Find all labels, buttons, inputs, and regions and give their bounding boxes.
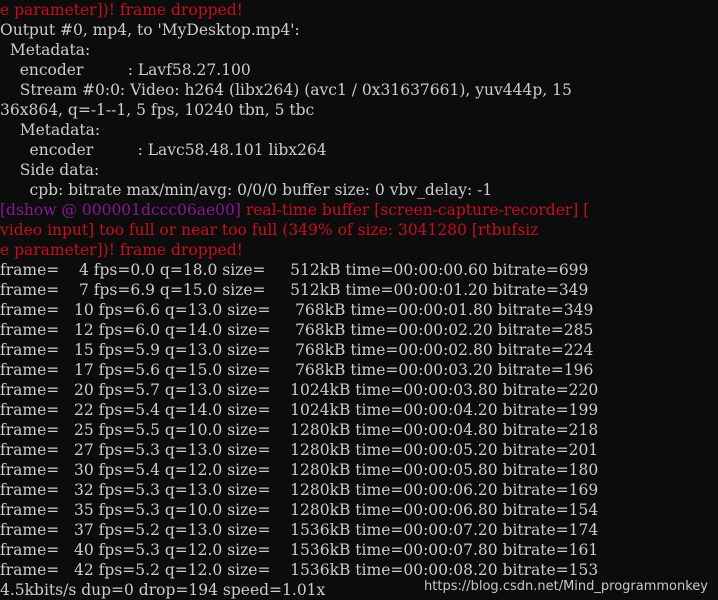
log-text: frame= 42 fps=5.2 q=12.0 size= 1536kB ti… — [0, 561, 599, 579]
log-text: frame= 37 fps=5.2 q=13.0 size= 1536kB ti… — [0, 521, 599, 539]
terminal-line: frame= 7 fps=6.9 q=15.0 size= 512kB time… — [0, 280, 718, 300]
terminal-line: cpb: bitrate max/min/avg: 0/0/0 buffer s… — [0, 180, 718, 200]
log-text: frame= 22 fps=5.4 q=14.0 size= 1024kB ti… — [0, 401, 599, 419]
log-text: encoder : Lavc58.48.101 libx264 — [0, 141, 327, 159]
log-text: frame= 12 fps=6.0 q=14.0 size= 768kB tim… — [0, 321, 594, 339]
log-text: encoder : Lavf58.27.100 — [0, 61, 251, 79]
terminal-line: 36x864, q=-1--1, 5 fps, 10240 tbn, 5 tbc — [0, 100, 718, 120]
terminal-line: Stream #0:0: Video: h264 (libx264) (avc1… — [0, 80, 718, 100]
terminal-line: frame= 10 fps=6.6 q=13.0 size= 768kB tim… — [0, 300, 718, 320]
terminal-line: Output #0, mp4, to 'MyDesktop.mp4': — [0, 20, 718, 40]
terminal-line: frame= 17 fps=5.6 q=15.0 size= 768kB tim… — [0, 360, 718, 380]
terminal-line: frame= 32 fps=5.3 q=13.0 size= 1280kB ti… — [0, 480, 718, 500]
terminal-line: frame= 25 fps=5.5 q=10.0 size= 1280kB ti… — [0, 420, 718, 440]
log-text: frame= 10 fps=6.6 q=13.0 size= 768kB tim… — [0, 301, 594, 319]
log-text: frame= 35 fps=5.3 q=10.0 size= 1280kB ti… — [0, 501, 599, 519]
log-text: Output #0, mp4, to 'MyDesktop.mp4': — [0, 21, 300, 39]
terminal-line: Metadata: — [0, 120, 718, 140]
log-text: Side data: — [0, 161, 100, 179]
terminal-line: frame= 30 fps=5.4 q=12.0 size= 1280kB ti… — [0, 460, 718, 480]
terminal-line: frame= 42 fps=5.2 q=12.0 size= 1536kB ti… — [0, 560, 718, 580]
terminal-line: frame= 40 fps=5.3 q=12.0 size= 1536kB ti… — [0, 540, 718, 560]
terminal-line: encoder : Lavc58.48.101 libx264 — [0, 140, 718, 160]
terminal-line: frame= 12 fps=6.0 q=14.0 size= 768kB tim… — [0, 320, 718, 340]
log-text: Stream #0:0: Video: h264 (libx264) (avc1… — [0, 81, 572, 99]
terminal-line: frame= 4 fps=0.0 q=18.0 size= 512kB time… — [0, 260, 718, 280]
error-text: e parameter])! frame dropped! — [0, 1, 243, 19]
source-watermark: https://blog.csdn.net/Mind_programmonkey — [424, 579, 708, 594]
terminal-line: Side data: — [0, 160, 718, 180]
terminal-line: [dshow @ 000001dccc06ae00] real-time buf… — [0, 200, 718, 220]
terminal-line: e parameter])! frame dropped! — [0, 240, 718, 260]
log-text: frame= 25 fps=5.5 q=10.0 size= 1280kB ti… — [0, 421, 599, 439]
log-text: frame= 40 fps=5.3 q=12.0 size= 1536kB ti… — [0, 541, 599, 559]
terminal-line: frame= 15 fps=5.9 q=13.0 size= 768kB tim… — [0, 340, 718, 360]
log-text: 36x864, q=-1--1, 5 fps, 10240 tbn, 5 tbc — [0, 101, 315, 119]
terminal-line: Metadata: — [0, 40, 718, 60]
log-text: 4.5kbits/s dup=0 drop=194 speed=1.01x — [0, 581, 326, 599]
log-text: Metadata: — [0, 121, 101, 139]
terminal-line: frame= 37 fps=5.2 q=13.0 size= 1536kB ti… — [0, 520, 718, 540]
log-text: frame= 20 fps=5.7 q=13.0 size= 1024kB ti… — [0, 381, 599, 399]
terminal-line: e parameter])! frame dropped! — [0, 0, 718, 20]
log-text: frame= 15 fps=5.9 q=13.0 size= 768kB tim… — [0, 341, 594, 359]
log-text: frame= 27 fps=5.3 q=13.0 size= 1280kB ti… — [0, 441, 599, 459]
error-text: e parameter])! frame dropped! — [0, 241, 243, 259]
log-text: frame= 32 fps=5.3 q=13.0 size= 1280kB ti… — [0, 481, 599, 499]
terminal-line: frame= 35 fps=5.3 q=10.0 size= 1280kB ti… — [0, 500, 718, 520]
error-text: real-time buffer [screen-capture-recorde… — [240, 201, 590, 219]
terminal-output[interactable]: e parameter])! frame dropped! Output #0, … — [0, 0, 718, 600]
terminal-line: frame= 20 fps=5.7 q=13.0 size= 1024kB ti… — [0, 380, 718, 400]
terminal-line: encoder : Lavf58.27.100 — [0, 60, 718, 80]
log-text: frame= 7 fps=6.9 q=15.0 size= 512kB time… — [0, 281, 589, 299]
log-text: cpb: bitrate max/min/avg: 0/0/0 buffer s… — [0, 181, 493, 199]
terminal-line: frame= 22 fps=5.4 q=14.0 size= 1024kB ti… — [0, 400, 718, 420]
log-text: frame= 4 fps=0.0 q=18.0 size= 512kB time… — [0, 261, 589, 279]
error-text: video input] too full or near too full (… — [0, 221, 539, 239]
log-text: frame= 17 fps=5.6 q=15.0 size= 768kB tim… — [0, 361, 594, 379]
log-text: frame= 30 fps=5.4 q=12.0 size= 1280kB ti… — [0, 461, 599, 479]
log-tag: [dshow @ 000001dccc06ae00] — [0, 201, 241, 219]
log-text: Metadata: — [0, 41, 91, 59]
terminal-line: video input] too full or near too full (… — [0, 220, 718, 240]
terminal-line: frame= 27 fps=5.3 q=13.0 size= 1280kB ti… — [0, 440, 718, 460]
